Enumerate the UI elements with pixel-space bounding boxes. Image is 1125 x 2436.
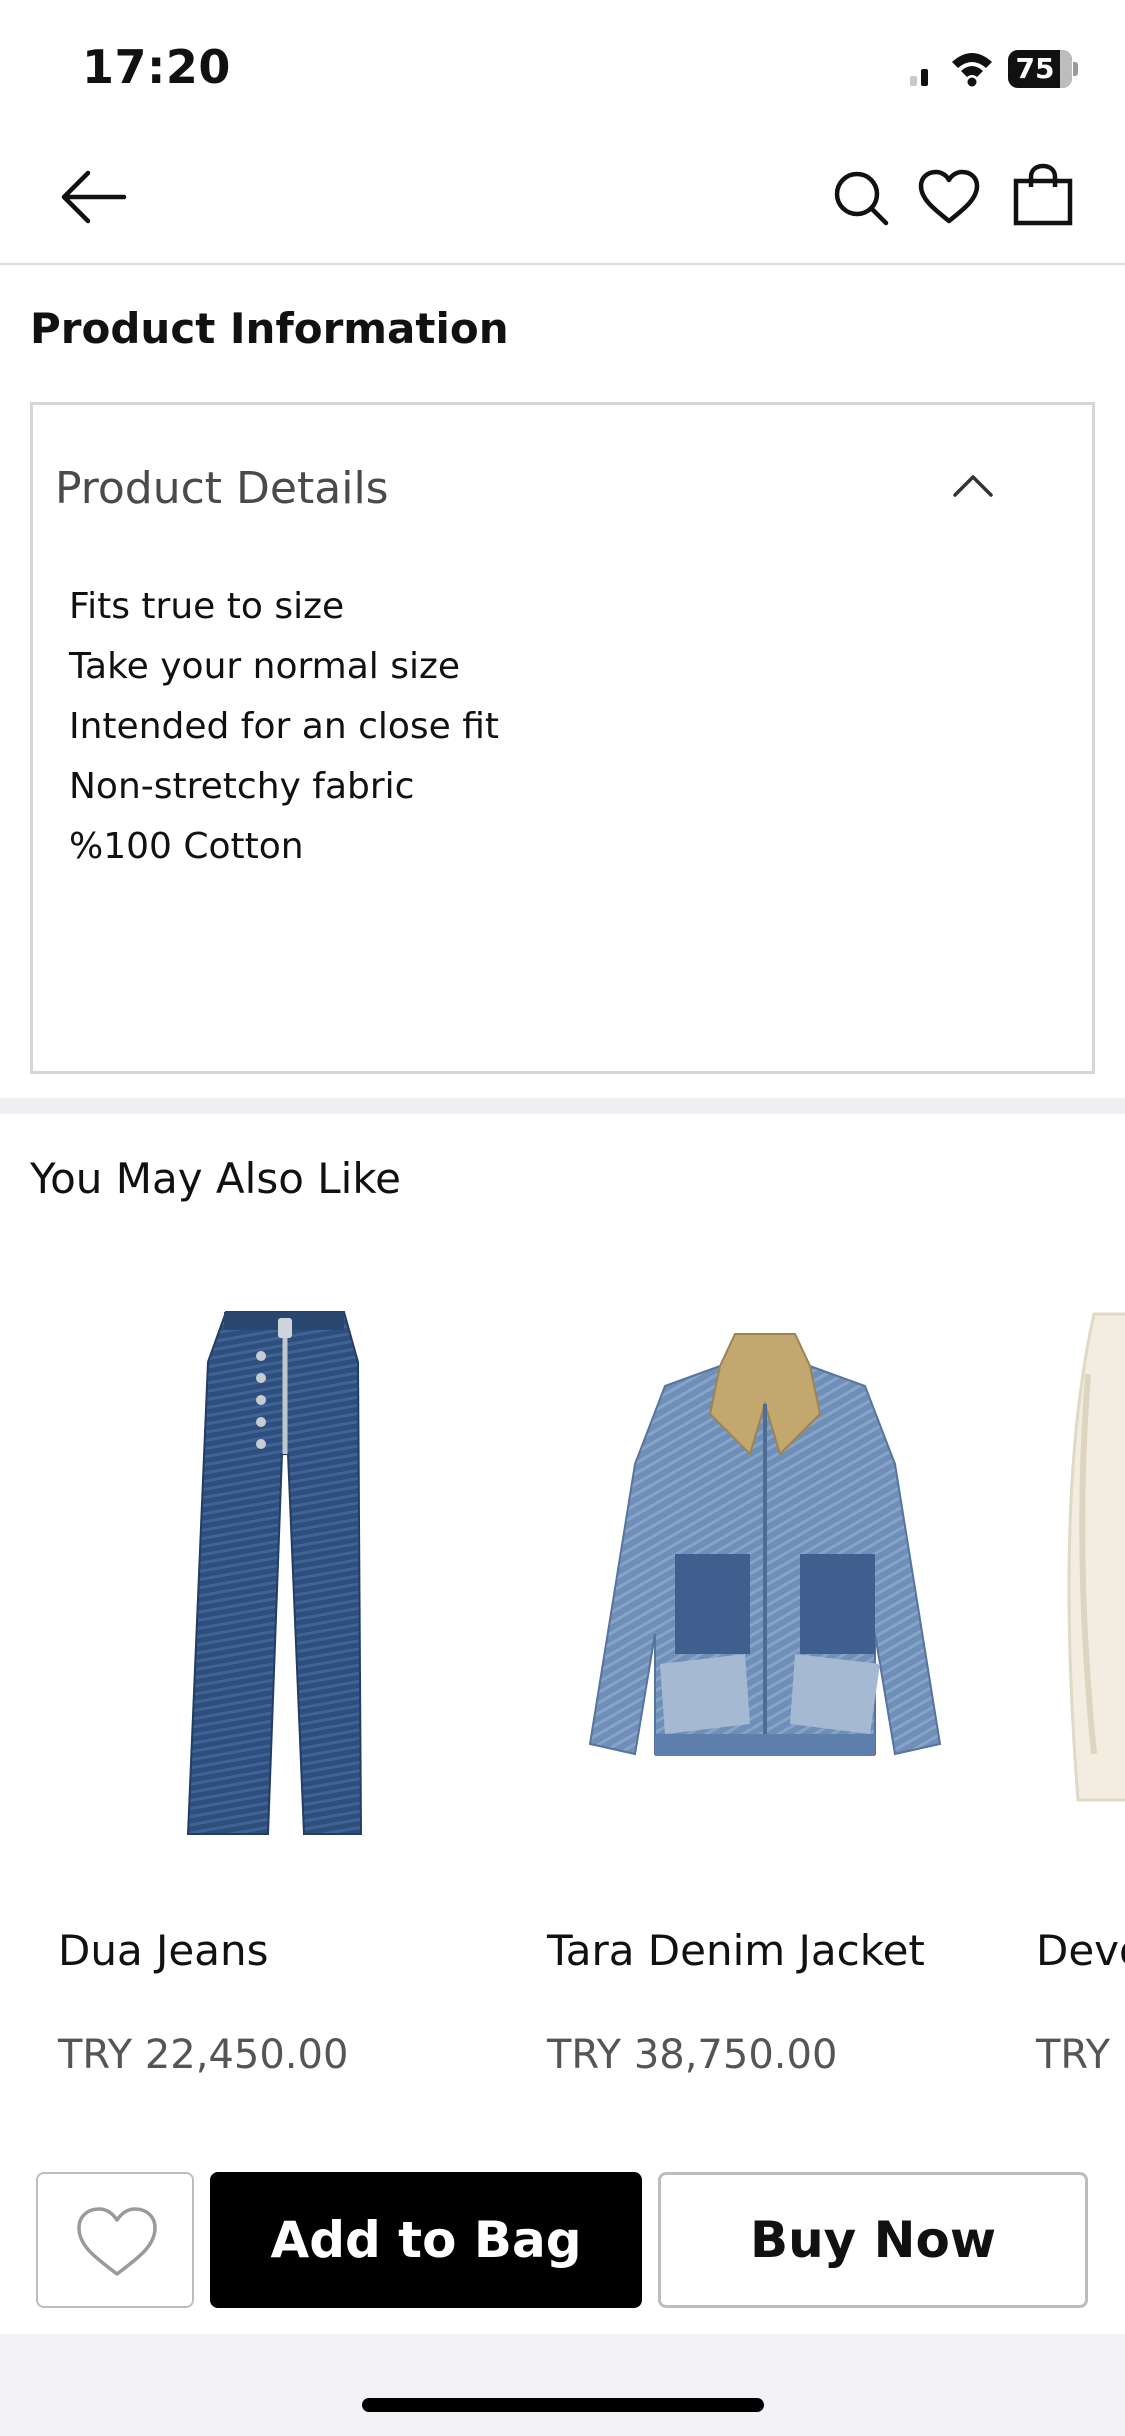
wishlist-button[interactable] [36, 2172, 194, 2308]
wifi-icon [952, 53, 992, 87]
heart-icon [77, 2207, 157, 2276]
product-price: TRY 38,750.00 [547, 2032, 838, 2078]
jeans-image[interactable] [56, 1254, 496, 1854]
bottom-action-bar: Add to Bag Buy Now [0, 2150, 1125, 2436]
product-card[interactable]: Dua Jeans TRY 22,450.00 [56, 1254, 496, 2094]
detail-item: Fits true to size [69, 586, 345, 627]
product-name[interactable]: Tara Denim Jacket [547, 1926, 925, 1975]
detail-item: Take your normal size [69, 646, 461, 687]
section-divider [0, 1098, 1125, 1114]
buy-now-button[interactable]: Buy Now [658, 2172, 1088, 2308]
status-bar: 17:20 75 [0, 0, 1125, 135]
shopping-bag-icon[interactable] [1012, 163, 1074, 227]
product-name[interactable]: Devo [1036, 1926, 1125, 1975]
product-information-title: Product Information [30, 304, 509, 353]
back-arrow-icon[interactable] [58, 167, 128, 227]
product-price: TRY 22,450.00 [58, 2032, 349, 2078]
product-screen: 17:20 75 Product Information Product Det… [0, 0, 1125, 2436]
product-price: TRY 2 [1036, 2032, 1125, 2078]
detail-item: Intended for an close fit [69, 706, 500, 747]
product-details-header[interactable]: Product Details [55, 463, 389, 514]
heart-icon[interactable] [918, 169, 980, 225]
nav-bar [0, 135, 1125, 265]
product-card[interactable]: Devo TRY 2 [1034, 1254, 1125, 2094]
detail-item: %100 Cotton [69, 826, 304, 867]
product-details-list: Fits true to size Take your normal size … [69, 577, 499, 877]
search-icon[interactable] [832, 169, 890, 227]
denim-jacket-image[interactable] [545, 1254, 985, 1854]
detail-item: Non-stretchy fabric [69, 766, 415, 807]
battery-icon: 75 [1008, 50, 1078, 88]
home-indicator[interactable] [362, 2398, 764, 2412]
battery-level: 75 [1015, 52, 1055, 85]
knit-sweater-image[interactable] [1034, 1254, 1125, 1854]
product-name[interactable]: Dua Jeans [58, 1926, 269, 1975]
recommendations-title: You May Also Like [30, 1154, 401, 1203]
chevron-up-icon[interactable] [951, 471, 995, 499]
add-to-bag-button[interactable]: Add to Bag [210, 2172, 642, 2308]
action-bar-surface: Add to Bag Buy Now [0, 2150, 1125, 2334]
status-time: 17:20 [82, 40, 231, 94]
product-details-accordion: Product Details Fits true to size Take y… [30, 402, 1095, 1074]
product-card[interactable]: Tara Denim Jacket TRY 38,750.00 [545, 1254, 985, 2094]
